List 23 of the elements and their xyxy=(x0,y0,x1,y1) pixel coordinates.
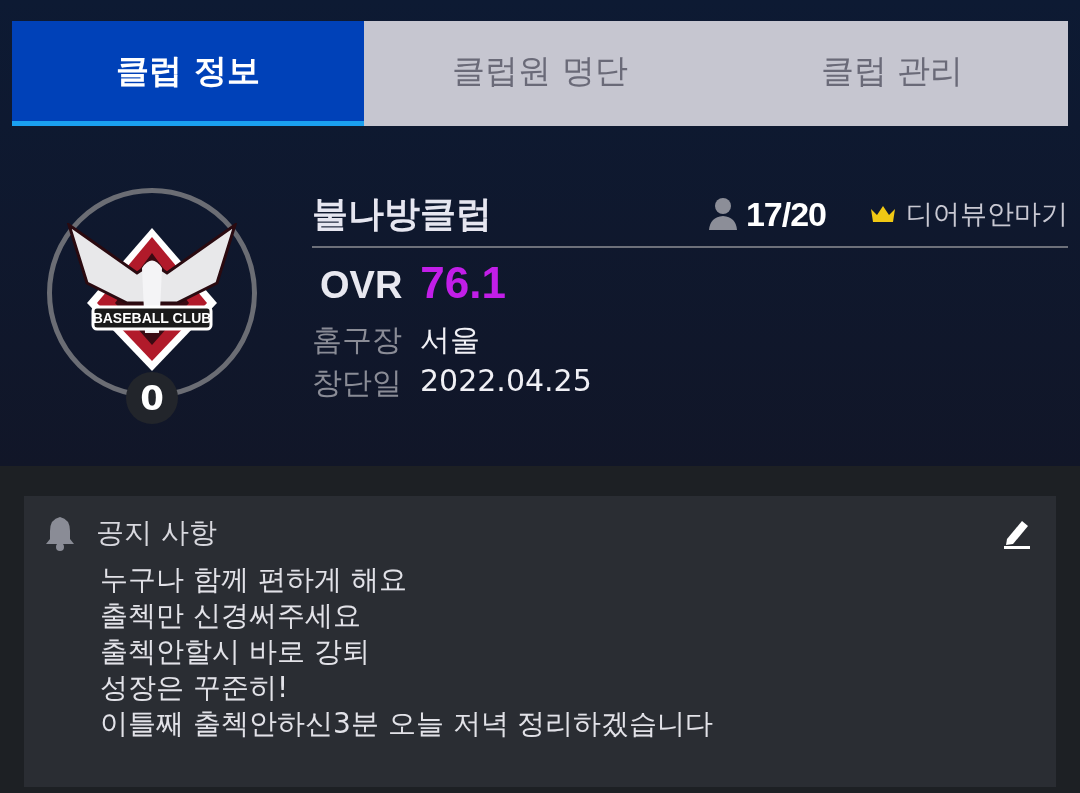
member-count: 17/20 xyxy=(745,194,826,234)
detail-value: 2022.04.25 xyxy=(420,363,593,400)
tab[interactable]: 클럽원 명단 xyxy=(364,21,716,126)
bell-icon xyxy=(44,515,76,551)
tab[interactable]: 클럽 정보 xyxy=(12,21,364,126)
club-logo: BASEBALL CLUB xyxy=(67,223,237,373)
detail-value: 서울 xyxy=(420,321,481,359)
tab[interactable]: 클럽 관리 xyxy=(716,21,1068,126)
detail-label: 홈구장 xyxy=(312,321,402,359)
notice-line: 출첵만 신경써주세요 xyxy=(100,598,362,634)
notice-line: 출첵안할시 바로 강퇴 xyxy=(100,634,371,670)
ovr-value: 76.1 xyxy=(420,258,506,308)
leader-name: 디어뷰안마기 xyxy=(906,197,1068,231)
level-badge: 0 xyxy=(126,372,178,424)
notice-line: 누구나 함께 편하게 해요 xyxy=(100,562,408,598)
notice-title: 공지 사항 xyxy=(96,515,218,551)
notice-line: 이틀째 출첵안하신3분 오늘 저녁 정리하겠습니다 xyxy=(100,706,715,742)
notice-line: 성장은 꾸준히! xyxy=(100,670,290,706)
ovr-label: OVR xyxy=(320,264,403,307)
person-icon xyxy=(707,197,738,231)
club-name: 불나방클럽 xyxy=(312,191,493,236)
crown-icon xyxy=(870,205,896,223)
detail-label: 창단일 xyxy=(312,364,402,402)
